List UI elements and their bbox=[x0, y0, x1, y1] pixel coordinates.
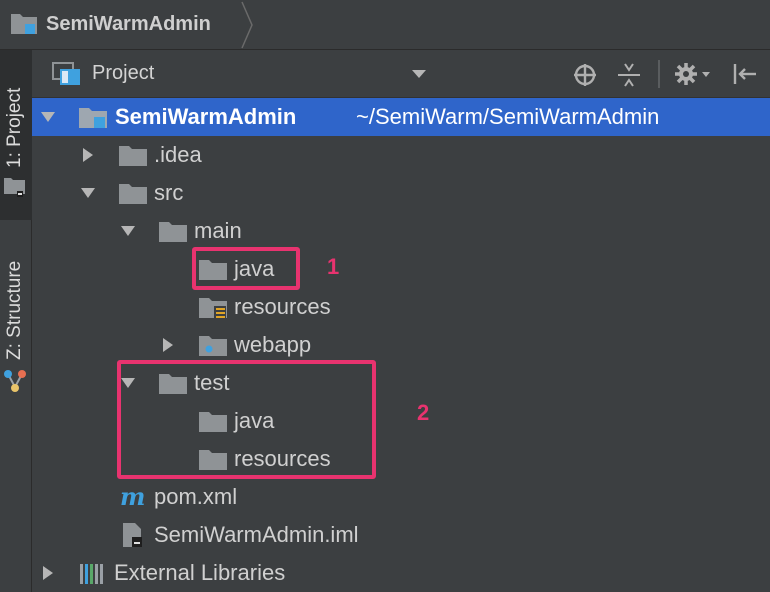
folder-label: .idea bbox=[154, 142, 202, 167]
expanded-arrow-icon[interactable] bbox=[118, 212, 138, 250]
module-file-icon bbox=[123, 523, 142, 547]
collapsed-arrow-icon[interactable] bbox=[78, 136, 98, 174]
tree-row-src[interactable]: src bbox=[32, 174, 770, 212]
maven-icon: m bbox=[120, 484, 145, 510]
folder-icon bbox=[118, 142, 148, 168]
tree-row-idea[interactable]: .idea bbox=[32, 136, 770, 174]
project-view-icon bbox=[52, 62, 80, 85]
svg-text:m: m bbox=[120, 484, 145, 510]
expanded-arrow-icon[interactable] bbox=[78, 174, 98, 212]
settings-gear-icon[interactable] bbox=[674, 61, 714, 87]
locate-icon[interactable] bbox=[572, 62, 598, 88]
annotation-number-1: 1 bbox=[327, 254, 340, 279]
tree-row-external-libraries[interactable]: External Libraries bbox=[32, 554, 770, 592]
tree-row-main-java[interactable]: java bbox=[32, 250, 770, 288]
annotation-box-1 bbox=[192, 247, 300, 290]
project-panel-header: Project bbox=[32, 50, 770, 98]
chevron-right-icon bbox=[241, 1, 253, 49]
tree-row-main[interactable]: main bbox=[32, 212, 770, 250]
tab-structure[interactable]: Z: Structure bbox=[0, 228, 32, 408]
folder-label: webapp bbox=[234, 332, 312, 357]
tool-window-strip: 1: Project Z: Structure bbox=[0, 50, 32, 592]
tab-project[interactable]: 1: Project bbox=[0, 50, 32, 220]
libraries-label: External Libraries bbox=[114, 560, 286, 585]
collapsed-arrow-icon[interactable] bbox=[158, 326, 178, 364]
panel-title: Project bbox=[92, 62, 155, 84]
collapse-all-icon[interactable] bbox=[616, 61, 642, 89]
project-tree: SemiWarmAdmin ~/SemiWarm/SemiWarmAdmin .… bbox=[32, 98, 770, 592]
libraries-icon bbox=[80, 564, 103, 584]
navigation-bar: SemiWarmAdmin bbox=[0, 0, 770, 50]
module-folder-icon bbox=[79, 108, 107, 128]
root-module-path: ~/SemiWarm/SemiWarmAdmin bbox=[356, 104, 660, 129]
tab-project-label: 1: Project bbox=[4, 87, 25, 168]
folder-icon bbox=[118, 180, 148, 206]
tab-structure-label: Z: Structure bbox=[4, 260, 25, 360]
collapsed-arrow-icon[interactable] bbox=[38, 554, 58, 592]
tree-row-webapp[interactable]: webapp bbox=[32, 326, 770, 364]
hide-panel-icon[interactable] bbox=[732, 62, 758, 86]
breadcrumb-project[interactable]: SemiWarmAdmin bbox=[10, 9, 211, 39]
expanded-arrow-icon[interactable] bbox=[38, 98, 58, 136]
tree-row-pom[interactable]: m pom.xml bbox=[32, 478, 770, 516]
folder-label: main bbox=[194, 218, 242, 243]
root-module-name: SemiWarmAdmin bbox=[115, 104, 297, 129]
folder-label: resources bbox=[234, 294, 331, 319]
module-folder-icon bbox=[11, 14, 37, 34]
annotation-box-2 bbox=[117, 360, 376, 479]
view-dropdown-icon[interactable] bbox=[410, 68, 428, 80]
structure-icon bbox=[4, 370, 26, 392]
toolbar-divider bbox=[658, 60, 660, 88]
breadcrumb-label: SemiWarmAdmin bbox=[46, 12, 211, 35]
project-folder-icon bbox=[4, 178, 25, 197]
file-label: SemiWarmAdmin.iml bbox=[154, 522, 359, 547]
tree-row-iml[interactable]: SemiWarmAdmin.iml bbox=[32, 516, 770, 554]
annotation-number-2: 2 bbox=[417, 400, 430, 425]
file-label: pom.xml bbox=[154, 484, 238, 509]
resources-folder-icon bbox=[199, 298, 227, 319]
folder-label: src bbox=[154, 180, 184, 205]
tree-row-main-resources[interactable]: resources bbox=[32, 288, 770, 326]
web-folder-icon bbox=[199, 336, 227, 356]
folder-icon bbox=[158, 218, 188, 244]
tree-row-root[interactable]: SemiWarmAdmin ~/SemiWarm/SemiWarmAdmin bbox=[32, 98, 770, 136]
